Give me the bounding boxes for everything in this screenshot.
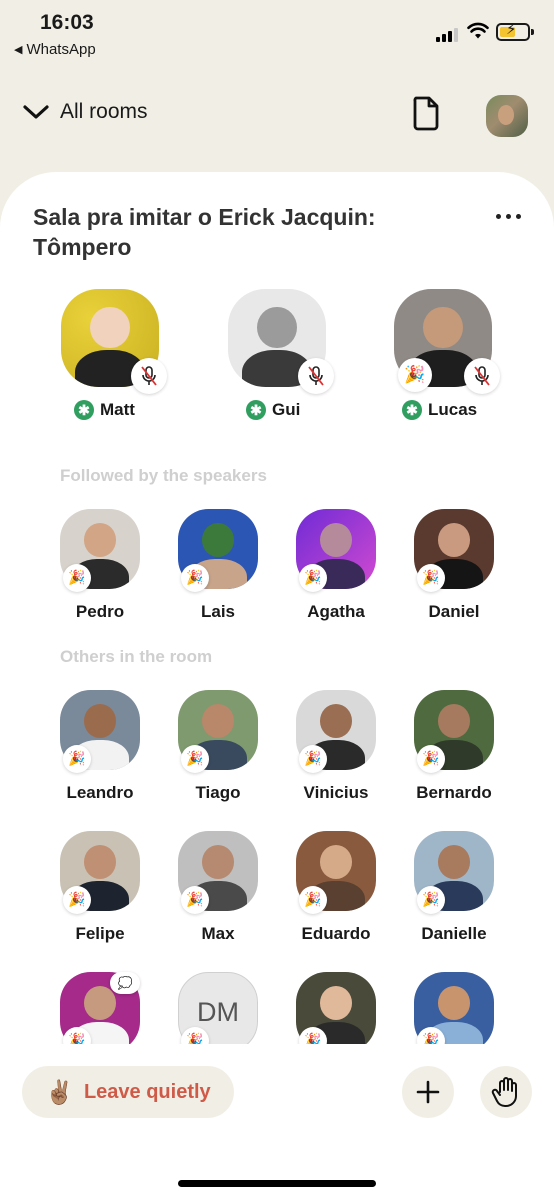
room-title: Sala pra imitar o Erick Jacquin: Tômpero xyxy=(33,204,376,260)
new-member-icon: 🎉 xyxy=(299,564,327,592)
listener-name: Felipe xyxy=(75,924,125,943)
speaker-name: ✱ Matt xyxy=(74,400,135,420)
listener-name: Daniel xyxy=(428,602,480,621)
listener-name: Max xyxy=(201,924,235,943)
new-member-icon: 🎉 xyxy=(299,745,327,773)
victory-hand-icon: ✌🏽 xyxy=(45,1079,74,1106)
status-bar: 16:03 ◀ WhatsApp ⚡ xyxy=(0,0,554,70)
all-rooms-label: All rooms xyxy=(60,100,148,123)
listener-name: Vinicius xyxy=(303,783,369,802)
new-member-icon: 🎉 xyxy=(63,564,91,592)
leave-quietly-button[interactable]: ✌🏽 Leave quietly xyxy=(22,1066,234,1118)
listener-name: Tiago xyxy=(195,783,241,802)
more-options-icon[interactable] xyxy=(496,214,521,219)
back-app-label: WhatsApp xyxy=(26,41,96,58)
moderator-icon: ✱ xyxy=(246,400,266,420)
muted-mic-icon xyxy=(298,358,334,394)
new-member-icon: 🎉 xyxy=(417,886,445,914)
new-member-icon: 🎉 xyxy=(417,564,445,592)
others-section-label: Others in the room xyxy=(60,647,213,666)
moderator-icon: ✱ xyxy=(74,400,94,420)
thought-bubble-icon: 💭 xyxy=(110,972,140,994)
raise-hand-button[interactable] xyxy=(480,1066,532,1118)
listener-name: Agatha xyxy=(307,602,365,621)
moderator-icon: ✱ xyxy=(402,400,422,420)
back-to-app-link[interactable]: ◀ WhatsApp xyxy=(14,41,96,58)
new-member-icon: 🎉 xyxy=(63,886,91,914)
wifi-icon xyxy=(467,22,489,39)
leave-quietly-label: Leave quietly xyxy=(83,1080,211,1103)
raise-hand-icon xyxy=(491,1077,517,1107)
speaker-name: ✱ Lucas xyxy=(402,400,477,420)
new-member-icon: 🎉 xyxy=(63,745,91,773)
new-member-icon: 🎉 xyxy=(417,745,445,773)
listener-name: Pedro xyxy=(75,602,125,621)
plus-icon xyxy=(416,1080,440,1104)
listener-name: Lais xyxy=(200,602,236,621)
listener-name: Danielle xyxy=(421,924,487,943)
listener-name: Bernardo xyxy=(416,783,492,802)
add-button[interactable] xyxy=(402,1066,454,1118)
document-icon[interactable] xyxy=(411,95,441,131)
signal-icon xyxy=(436,26,458,42)
followed-section-label: Followed by the speakers xyxy=(60,466,267,485)
speaker-name: ✱ Gui xyxy=(246,400,300,420)
new-member-icon: 🎉 xyxy=(181,886,209,914)
new-member-icon: 🎉 xyxy=(181,745,209,773)
bottom-bar: ✌🏽 Leave quietly xyxy=(0,1044,554,1200)
new-member-icon: 🎉 xyxy=(181,564,209,592)
avatar-initials: DM xyxy=(197,996,239,1027)
profile-avatar[interactable] xyxy=(486,95,528,137)
muted-mic-icon xyxy=(464,358,500,394)
battery-charging-icon: ⚡ xyxy=(496,22,534,41)
home-indicator xyxy=(178,1180,376,1187)
header: All rooms xyxy=(0,86,554,146)
all-rooms-button[interactable]: All rooms xyxy=(22,100,148,124)
new-member-icon: 🎉 xyxy=(299,886,327,914)
new-member-icon: 🎉 xyxy=(398,358,432,392)
status-time: 16:03 xyxy=(40,11,94,34)
chevron-down-icon xyxy=(23,105,49,119)
listener-name: Eduardo xyxy=(301,924,371,943)
muted-mic-icon xyxy=(131,358,167,394)
back-arrow-icon: ◀ xyxy=(14,44,23,56)
listener-name: Leandro xyxy=(66,783,134,802)
